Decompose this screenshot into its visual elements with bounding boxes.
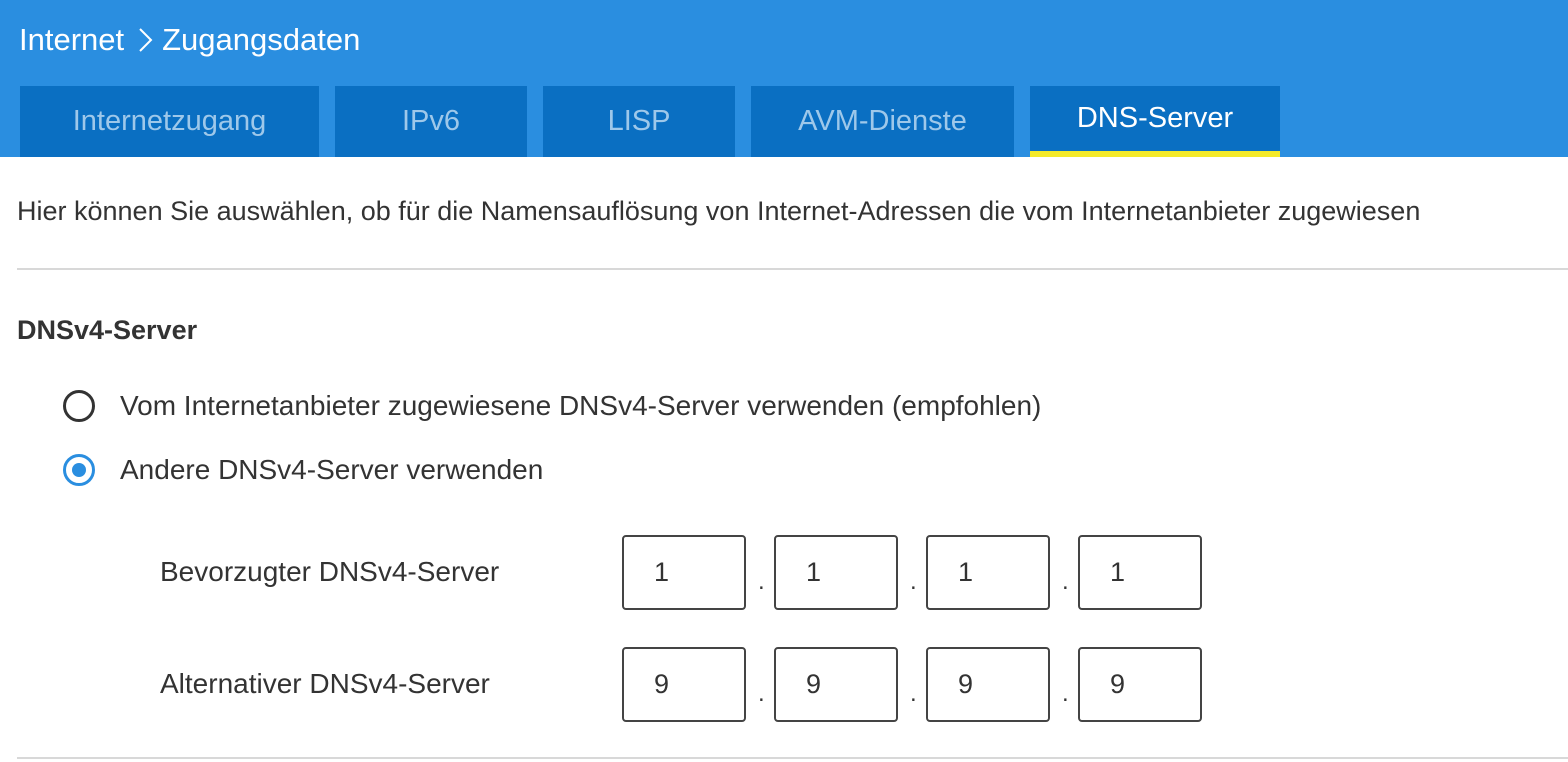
preferred-dns-label: Bevorzugter DNSv4-Server: [160, 556, 500, 587]
divider-bottom: [17, 757, 1568, 759]
alternative-dns-octet-4[interactable]: [1078, 647, 1202, 722]
radio-label-other-dns: Andere DNSv4-Server verwenden: [120, 454, 544, 485]
octet-separator: .: [758, 680, 765, 707]
tab-internetzugang[interactable]: Internetzugang: [20, 86, 319, 157]
preferred-dns-octet-1[interactable]: [622, 535, 746, 610]
radio-option-other-dns[interactable]: Andere DNSv4-Server verwenden: [63, 450, 543, 490]
breadcrumb-section[interactable]: Internet: [19, 22, 124, 58]
octet-separator: .: [1062, 568, 1069, 595]
preferred-dns-octet-4[interactable]: [1078, 535, 1202, 610]
page-description: Hier können Sie auswählen, ob für die Na…: [17, 196, 1421, 226]
tab-avm-dienste[interactable]: AVM-Dienste: [751, 86, 1014, 157]
preferred-dns-octet-2[interactable]: [774, 535, 898, 610]
tab-ipv6[interactable]: IPv6: [335, 86, 527, 157]
tab-bar: Internetzugang IPv6 LISP AVM-Dienste DNS…: [0, 86, 1568, 157]
alternative-dns-octet-3[interactable]: [926, 647, 1050, 722]
preferred-dns-octet-3[interactable]: [926, 535, 1050, 610]
breadcrumb: Internet Zugangsdaten: [19, 20, 360, 60]
radio-label-provider-dns: Vom Internetanbieter zugewiesene DNSv4-S…: [120, 390, 1042, 421]
divider-top: [17, 268, 1568, 270]
octet-separator: .: [1062, 680, 1069, 707]
radio-option-provider-dns[interactable]: Vom Internetanbieter zugewiesene DNSv4-S…: [63, 386, 1041, 426]
tab-dns-server[interactable]: DNS-Server: [1030, 86, 1280, 157]
alternative-dns-octet-2[interactable]: [774, 647, 898, 722]
breadcrumb-page: Zugangsdaten: [162, 22, 361, 57]
section-title-dnsv4: DNSv4-Server: [17, 315, 198, 345]
octet-separator: .: [758, 568, 765, 595]
alternative-dns-octet-1[interactable]: [622, 647, 746, 722]
octet-separator: .: [910, 568, 917, 595]
tab-lisp[interactable]: LISP: [543, 86, 735, 157]
header-bar: Internet Zugangsdaten Internetzugang IPv…: [0, 0, 1568, 157]
octet-separator: .: [910, 680, 917, 707]
alternative-dns-label: Alternativer DNSv4-Server: [160, 668, 490, 699]
chevron-right-icon: [139, 28, 153, 52]
radio-checked-icon[interactable]: [63, 454, 95, 486]
radio-unchecked-icon[interactable]: [63, 390, 95, 422]
